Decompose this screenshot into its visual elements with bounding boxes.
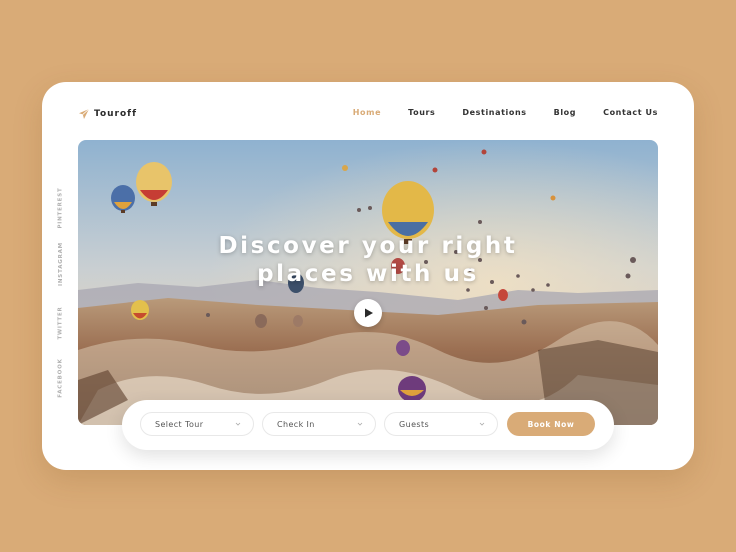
check-in-dropdown[interactable]: Check In	[262, 412, 376, 436]
hero-headline-line-1: Discover your right	[218, 233, 518, 259]
chevron-down-icon	[235, 421, 241, 427]
hero-headline-line-2: places with us	[257, 261, 479, 287]
booking-bar: Select Tour Check In Guests Book Now	[122, 400, 614, 450]
guests-dropdown[interactable]: Guests	[384, 412, 498, 436]
social-pinterest-label: PINTEREST	[58, 187, 65, 229]
nav-destinations[interactable]: Destinations	[462, 108, 526, 117]
balloon-4	[131, 300, 149, 320]
social-twitter-link[interactable]: TWITTER	[54, 293, 68, 353]
nav-blog[interactable]: Blog	[554, 108, 576, 117]
brand-name: Touroff	[94, 109, 137, 119]
book-now-button[interactable]: Book Now	[507, 412, 595, 436]
social-facebook-link[interactable]: FACEBOOK	[54, 348, 68, 408]
nav-contact-us[interactable]: Contact Us	[603, 108, 658, 117]
social-pinterest-link[interactable]: PINTEREST	[54, 178, 68, 238]
social-twitter-label: TWITTER	[58, 306, 64, 340]
guests-label: Guests	[399, 419, 430, 429]
balloon-5	[398, 376, 426, 402]
select-tour-label: Select Tour	[155, 419, 204, 429]
hero-headline: Discover your right places with us	[78, 232, 658, 288]
nav-tours[interactable]: Tours	[408, 108, 435, 117]
main-card: Touroff Home Tours Destinations Blog Con…	[42, 82, 694, 470]
social-links: PINTEREST INSTAGRAM TWITTER FACEBOOK	[54, 178, 68, 404]
check-in-label: Check In	[277, 419, 315, 429]
chevron-down-icon	[357, 421, 363, 427]
brand-logo[interactable]: Touroff	[78, 108, 137, 120]
hero-banner: Discover your right places with us	[78, 140, 658, 425]
select-tour-dropdown[interactable]: Select Tour	[140, 412, 254, 436]
paper-plane-icon	[78, 108, 90, 120]
social-instagram-label: INSTAGRAM	[58, 242, 64, 286]
play-icon	[362, 308, 374, 318]
social-instagram-link[interactable]: INSTAGRAM	[54, 234, 68, 294]
play-video-button[interactable]	[354, 299, 382, 327]
nav-home[interactable]: Home	[353, 108, 381, 117]
chevron-down-icon	[479, 421, 485, 427]
social-facebook-label: FACEBOOK	[58, 358, 65, 398]
main-nav: Home Tours Destinations Blog Contact Us	[353, 108, 658, 117]
